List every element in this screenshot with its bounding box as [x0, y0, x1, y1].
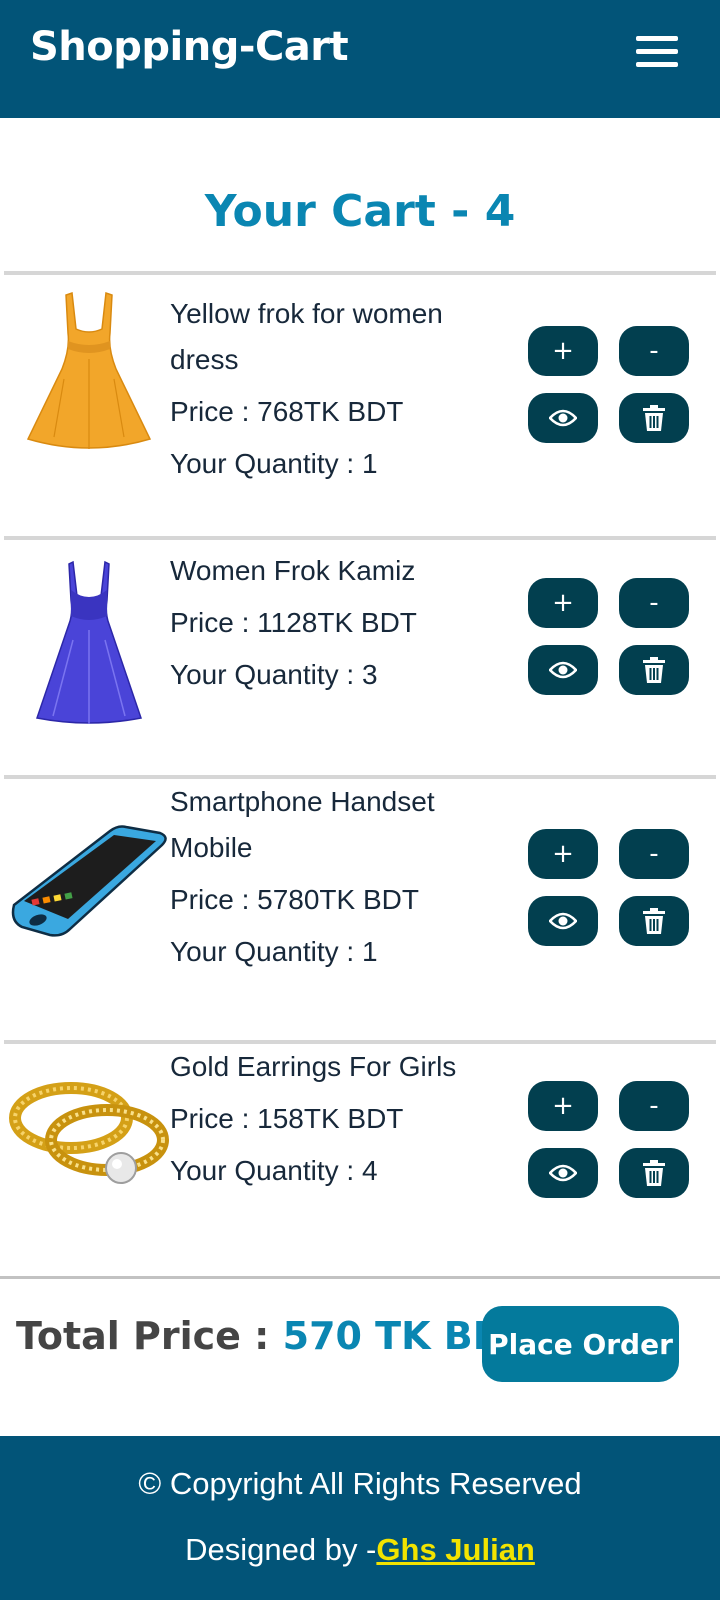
- total-label: Total Price :: [16, 1314, 283, 1358]
- item-info: Smartphone Handset Mobile Price : 5780TK…: [170, 779, 510, 981]
- total-price: Total Price : 570 TK BDT: [16, 1314, 530, 1358]
- item-info: Women Frok Kamiz Price : 1128TK BDT Your…: [170, 548, 510, 704]
- trash-icon: [643, 908, 665, 934]
- view-button[interactable]: [528, 393, 598, 443]
- place-order-button[interactable]: Place Order: [482, 1306, 679, 1382]
- navbar: Shopping-Cart: [0, 0, 720, 118]
- delete-button[interactable]: [619, 1148, 689, 1198]
- trash-icon: [643, 405, 665, 431]
- total-divider: [0, 1276, 720, 1279]
- increase-button[interactable]: +: [528, 326, 598, 376]
- increase-button[interactable]: +: [528, 578, 598, 628]
- item-quantity: Your Quantity : 3: [170, 659, 378, 690]
- view-button[interactable]: [528, 896, 598, 946]
- view-button[interactable]: [528, 645, 598, 695]
- blue-gown-image: [10, 560, 168, 724]
- designed-by: Designed by -Ghs Julian: [0, 1532, 720, 1568]
- item-name: Women Frok Kamiz: [170, 555, 416, 586]
- delete-button[interactable]: [619, 645, 689, 695]
- item-quantity: Your Quantity : 1: [170, 936, 378, 967]
- item-name: Yellow frok for women dress: [170, 298, 443, 375]
- smartphone-image: [10, 801, 170, 965]
- item-name: Smartphone Handset Mobile: [170, 786, 435, 863]
- footer: © Copyright All Rights Reserved Designed…: [0, 1436, 720, 1600]
- item-name: Gold Earrings For Girls: [170, 1051, 457, 1082]
- copyright-text: © Copyright All Rights Reserved: [138, 1466, 582, 1501]
- designed-prefix: Designed by -: [185, 1532, 377, 1567]
- decrease-button[interactable]: -: [619, 829, 689, 879]
- decrease-button[interactable]: -: [619, 578, 689, 628]
- eye-icon: [549, 1164, 577, 1182]
- eye-icon: [549, 409, 577, 427]
- item-price: Price : 1128TK BDT: [170, 607, 417, 638]
- increase-button[interactable]: +: [528, 829, 598, 879]
- cart-title: Your Cart - 4: [204, 186, 516, 237]
- decrease-button[interactable]: -: [619, 1081, 689, 1131]
- hamburger-icon[interactable]: [636, 36, 680, 72]
- divider: [4, 536, 716, 540]
- eye-icon: [549, 912, 577, 930]
- item-quantity: Your Quantity : 1: [170, 448, 378, 479]
- gold-rings-image: [8, 1046, 170, 1206]
- delete-button[interactable]: [619, 896, 689, 946]
- view-button[interactable]: [528, 1148, 598, 1198]
- divider: [4, 271, 716, 275]
- yellow-dress-image: [10, 287, 168, 451]
- decrease-button[interactable]: -: [619, 326, 689, 376]
- item-info: Gold Earrings For Girls Price : 158TK BD…: [170, 1044, 510, 1200]
- item-quantity: Your Quantity : 4: [170, 1155, 378, 1186]
- designer-link[interactable]: Ghs Julian: [376, 1532, 534, 1567]
- brand-title[interactable]: Shopping-Cart: [30, 24, 349, 70]
- item-price: Price : 768TK BDT: [170, 396, 404, 427]
- eye-icon: [549, 661, 577, 679]
- item-price: Price : 158TK BDT: [170, 1103, 404, 1134]
- trash-icon: [643, 657, 665, 683]
- increase-button[interactable]: +: [528, 1081, 598, 1131]
- item-price: Price : 5780TK BDT: [170, 884, 419, 915]
- delete-button[interactable]: [619, 393, 689, 443]
- item-info: Yellow frok for women dress Price : 768T…: [170, 291, 510, 493]
- trash-icon: [643, 1160, 665, 1186]
